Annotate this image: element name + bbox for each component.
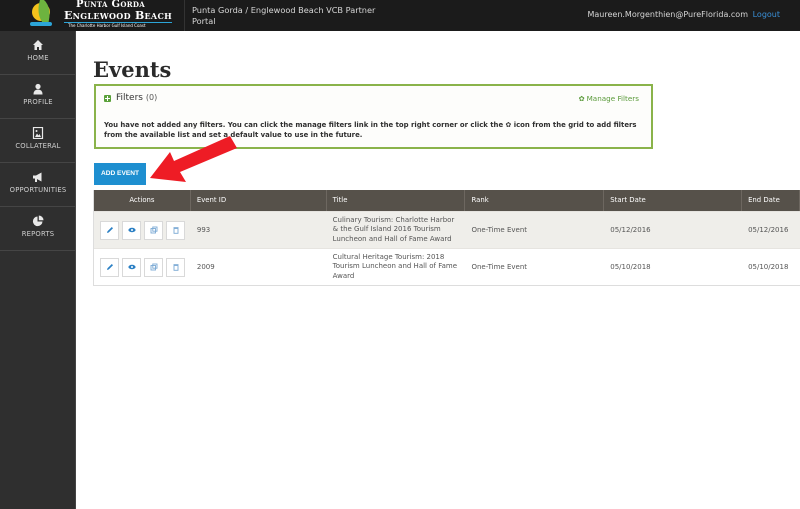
edit-button[interactable] [100,220,119,240]
cell-start-date: 05/10/2018 [610,263,651,271]
delete-icon [173,264,178,271]
home-icon [33,40,43,50]
annotation-arrow [150,136,237,182]
filters-label: Filters [116,93,143,103]
cell-rank: One-Time Event [471,226,528,234]
sidebar-item-label: REPORTS [21,230,55,238]
header-divider [184,0,185,31]
sidebar-item-label: PROFILE [23,98,53,106]
expand-plus-icon[interactable] [104,95,111,102]
column-header-end-date[interactable]: End Date [742,190,800,211]
logout-link[interactable]: Logout [753,10,780,19]
gear-icon: ✿ [578,94,585,103]
megaphone-icon [33,172,42,182]
cell-title: Culinary Tourism: Charlotte Harbor & the… [332,215,455,243]
copy-icon [150,263,157,271]
view-icon [127,227,136,233]
copy-button[interactable] [144,257,163,277]
view-button[interactable] [122,257,141,277]
sidebar-item-label: HOME [27,54,49,62]
copy-button[interactable] [144,220,163,240]
pie-chart-icon [32,215,44,227]
edit-icon [106,264,113,270]
user-email: Maureen.Morgenthien@PureFlorida.com [587,10,748,19]
sidebar-item-profile[interactable]: PROFILE [0,75,76,119]
sidebar-item-label: OPPORTUNITIES [9,186,67,194]
brand-tagline: The Charlotte Harbor Gulf Island Coast [68,23,146,28]
row-actions [94,249,191,285]
filters-title[interactable]: Filters (0) [116,93,157,103]
column-header-rank[interactable]: Rank [465,190,605,211]
table-row: 2009 Cultural Heritage Tourism: 2018 Tou… [94,248,800,285]
column-header-title[interactable]: Title [327,190,466,211]
arrow-shape [150,136,237,182]
cell-end-date: 05/10/2018 [748,263,789,271]
gear-icon: ✿ [505,121,512,129]
manage-filters-link[interactable]: ✿ Manage Filters [579,94,639,103]
image-file-icon [32,127,44,139]
filters-count: (0) [145,93,158,102]
cell-title: Cultural Heritage Tourism: 2018 Tourism … [332,252,457,280]
sidebar: HOME PROFILE COLLATERAL OPPORTUNITIES RE… [0,31,76,509]
wave-icon [30,22,52,26]
delete-button[interactable] [166,220,185,240]
brand-line-2: Englewood Beach [64,9,172,23]
brand-logo[interactable]: Punta Gorda Englewood Beach The Charlott… [26,0,176,31]
sidebar-item-label: COLLATERAL [15,142,61,150]
sidebar-item-collateral[interactable]: COLLATERAL [0,119,76,163]
cell-rank: One-Time Event [471,263,528,271]
cell-end-date: 05/12/2016 [748,226,789,234]
edit-icon [106,227,113,233]
column-header-actions: Actions [94,190,191,211]
sidebar-item-home[interactable]: HOME [0,31,76,75]
table-row: 993 Culinary Tourism: Charlotte Harbor &… [94,211,800,248]
manage-filters-label: Manage Filters [586,94,639,103]
view-button[interactable] [122,220,141,240]
edit-button[interactable] [100,257,119,277]
view-icon [127,264,136,270]
add-event-button[interactable]: ADD EVENT [94,163,146,185]
cell-start-date: 05/12/2016 [610,226,651,234]
delete-button[interactable] [166,257,185,277]
column-header-event-id[interactable]: Event ID [191,190,327,211]
portal-title: Punta Gorda / Englewood Beach VCB Partne… [192,5,376,26]
message-text: You have not added any filters. You can … [104,121,504,129]
top-bar: Punta Gorda Englewood Beach The Charlott… [0,0,800,31]
user-icon [33,83,43,95]
copy-icon [150,226,157,234]
table-header: Actions Event ID Title Rank Start Date E… [94,190,800,211]
cell-event-id: 993 [196,226,211,234]
row-actions [94,212,191,248]
page-title: Events [93,57,172,82]
cell-event-id: 2009 [196,263,215,271]
sidebar-item-opportunities[interactable]: OPPORTUNITIES [0,163,76,207]
sidebar-item-reports[interactable]: REPORTS [0,207,76,251]
delete-icon [173,227,178,234]
column-header-start-date[interactable]: Start Date [604,190,743,211]
events-table: Actions Event ID Title Rank Start Date E… [93,190,800,286]
